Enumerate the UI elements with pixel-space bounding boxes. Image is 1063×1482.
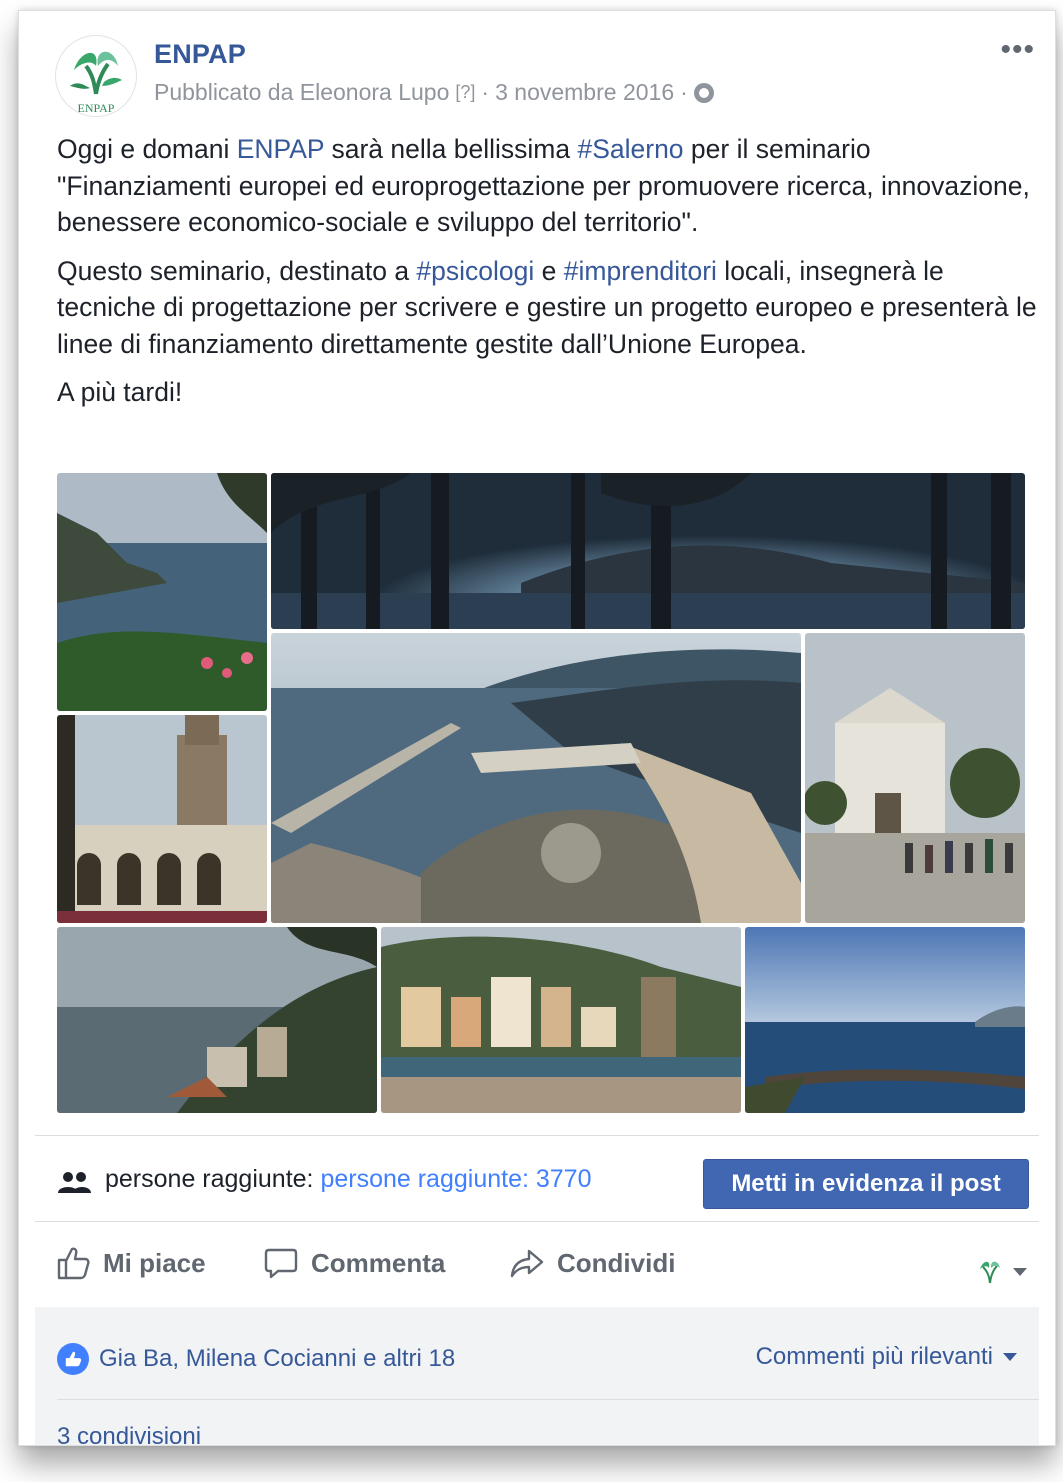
- sort-label: Commenti più rilevanti: [755, 1343, 993, 1370]
- post-card: ENPAP ENPAP Pubblicato da Eleonora Lupo …: [18, 10, 1056, 1446]
- thumbs-up-icon: [57, 1247, 90, 1280]
- photo-bell-tower[interactable]: [57, 715, 267, 923]
- post-text: Oggi e domani ENPAP sarà nella bellissim…: [57, 131, 1037, 423]
- help-marker[interactable]: [?]: [455, 82, 475, 103]
- likes-summary[interactable]: Gia Ba, Milena Cocianni e altri 18: [57, 1343, 455, 1375]
- boost-post-button[interactable]: Metti in evidenza il post: [703, 1159, 1029, 1209]
- meta-separator-2: ·: [680, 79, 688, 105]
- page-avatar-icon: [980, 1261, 1000, 1284]
- text-segment: Oggi e domani: [57, 134, 237, 164]
- people-icon: [58, 1172, 91, 1193]
- page-name-link[interactable]: ENPAP: [154, 39, 246, 70]
- like-reaction-icon: [57, 1343, 89, 1375]
- divider: [35, 1221, 1039, 1222]
- like-label: Mi piace: [103, 1247, 206, 1278]
- reach-text: persone raggiunte: persone raggiunte: 37…: [105, 1165, 591, 1194]
- more-options-icon[interactable]: •••: [1000, 33, 1035, 67]
- hashtag-link[interactable]: #Salerno: [577, 134, 683, 164]
- text-segment: sarà nella bellissima: [324, 134, 578, 164]
- action-bar: Mi piace Commenta Condividi: [19, 1223, 1055, 1315]
- reach-label: persone raggiunte:: [105, 1165, 314, 1193]
- like-button[interactable]: Mi piace: [55, 1245, 206, 1281]
- share-label: Condividi: [557, 1247, 676, 1278]
- paragraph-1: Oggi e domani ENPAP sarà nella bellissim…: [57, 131, 1037, 241]
- comment-sort-dropdown[interactable]: Commenti più rilevanti: [756, 1343, 1017, 1371]
- text-segment: e: [534, 255, 564, 286]
- meta-separator: ·: [481, 79, 490, 105]
- photo-coast-cliff[interactable]: [57, 473, 267, 711]
- divider: [35, 1135, 1039, 1136]
- photo-coast-rooftops[interactable]: [57, 927, 377, 1113]
- chevron-down-icon: [1013, 1268, 1027, 1276]
- photo-church-square[interactable]: [805, 633, 1025, 923]
- photo-collage: [57, 473, 1025, 1113]
- page-identity-switcher[interactable]: [977, 1257, 1027, 1287]
- photo-sea-breakwater[interactable]: [745, 927, 1025, 1113]
- likers-text[interactable]: Gia Ba, Milena Cocianni e altri 18: [99, 1345, 455, 1373]
- paragraph-2: Questo seminario, destinato a #psicologi…: [57, 253, 1037, 363]
- photo-cetara-village[interactable]: [381, 927, 741, 1113]
- post-date[interactable]: 3 novembre 2016: [495, 79, 674, 106]
- text-segment: Questo seminario, destinato a: [57, 255, 417, 286]
- page-avatar[interactable]: ENPAP: [55, 35, 137, 117]
- feedback-section: Gia Ba, Milena Cocianni e altri 18 Comme…: [35, 1307, 1039, 1445]
- hashtag-link[interactable]: #psicologi: [416, 256, 534, 286]
- hashtag-link[interactable]: ENPAP: [237, 134, 324, 164]
- shares-count-link[interactable]: 3 condivisioni: [57, 1423, 201, 1445]
- reach-row: persone raggiunte: persone raggiunte: 37…: [19, 1139, 1055, 1221]
- post-meta: Pubblicato da Eleonora Lupo [?] · 3 nove…: [154, 79, 714, 106]
- chevron-down-icon: [1003, 1353, 1017, 1361]
- photo-palms-sunset[interactable]: [271, 473, 1025, 629]
- comment-label: Commenta: [311, 1247, 446, 1278]
- avatar-label: ENPAP: [78, 101, 115, 115]
- share-icon: [510, 1249, 544, 1278]
- photo-salerno-harbor[interactable]: [271, 633, 801, 923]
- comment-button[interactable]: Commenta: [263, 1245, 445, 1281]
- globe-icon[interactable]: [693, 82, 714, 103]
- paragraph-3: A più tardi!: [57, 377, 183, 407]
- share-button[interactable]: Condividi: [509, 1245, 675, 1281]
- hashtag-link[interactable]: #imprenditori: [564, 256, 717, 286]
- divider: [57, 1399, 1039, 1400]
- reach-link[interactable]: persone raggiunte: 3770: [320, 1165, 591, 1193]
- comment-icon: [264, 1248, 298, 1279]
- published-by: Pubblicato da Eleonora Lupo: [154, 79, 450, 105]
- post-header: ENPAP ENPAP Pubblicato da Eleonora Lupo …: [19, 11, 1055, 121]
